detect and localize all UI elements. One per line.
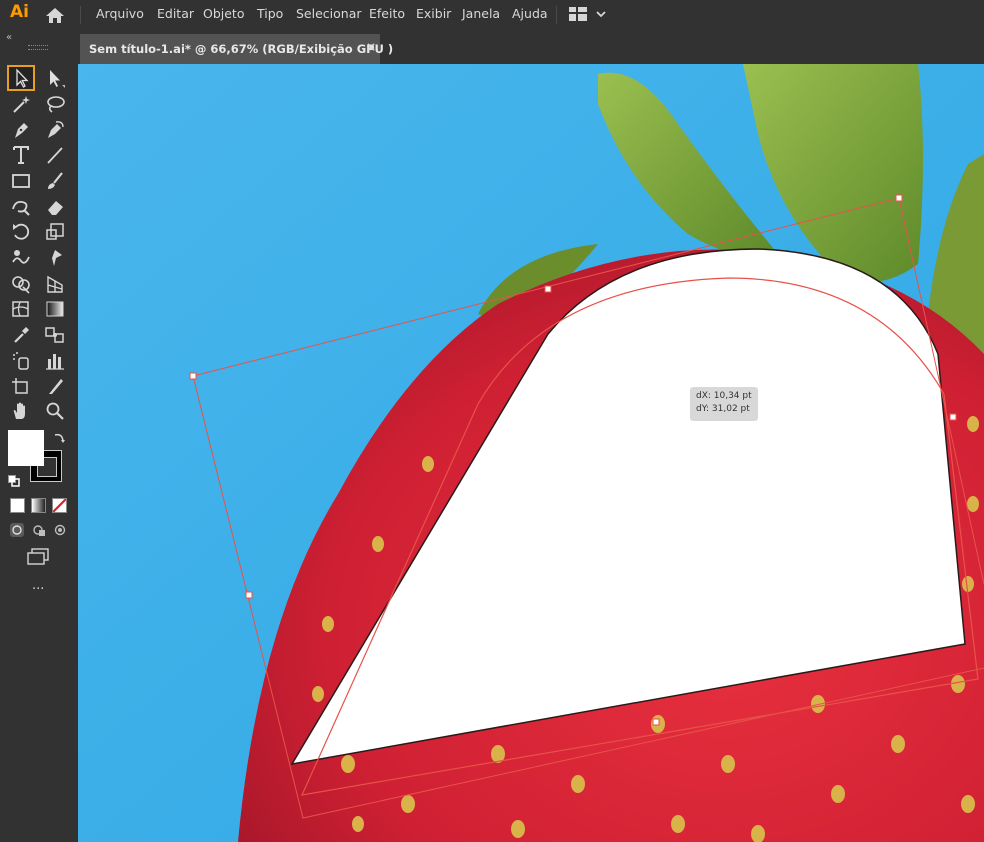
magic-wand-tool-icon[interactable] [9,93,33,115]
menu-efeito[interactable]: Efeito [369,6,405,21]
rotate-tool-icon[interactable] [9,221,33,243]
app-logo: Ai [10,2,29,22]
chevron-down-icon[interactable] [596,5,606,22]
mesh-tool-icon[interactable] [9,298,33,320]
menu-bar: Ai Arquivo Editar Objeto Tipo Selecionar… [0,0,984,30]
artboard-tool-icon[interactable] [9,375,33,397]
menu-selecionar[interactable]: Selecionar [296,6,362,21]
document-canvas[interactable]: dX: 10,34 pt dY: 31,02 pt [78,64,984,842]
draw-behind-icon[interactable] [31,522,47,542]
move-delta-tooltip: dX: 10,34 pt dY: 31,02 pt [690,387,758,421]
symbol-sprayer-tool-icon[interactable] [9,350,33,372]
swap-fill-stroke-icon[interactable] [52,430,66,449]
eyedropper-tool-icon[interactable] [9,324,33,346]
default-fill-stroke-icon[interactable] [8,472,20,491]
paintbrush-tool-icon[interactable] [43,170,67,192]
rectangle-tool-icon[interactable] [9,170,33,192]
artwork [78,64,984,842]
document-tab-title: Sem título-1.ai* @ 66,67% (RGB/Exibição … [89,42,394,56]
scale-tool-icon[interactable] [43,221,67,243]
pen-tool-icon[interactable] [9,119,33,141]
document-tab[interactable]: Sem título-1.ai* @ 66,67% (RGB/Exibição … [80,34,393,64]
hand-tool-icon[interactable] [9,400,33,422]
workspace-switcher-icon[interactable] [569,7,587,24]
shaper-tool-icon[interactable] [9,196,33,218]
screen-mode-icon[interactable] [26,547,50,571]
draw-inside-icon[interactable] [52,522,68,542]
curvature-tool-icon[interactable] [43,119,67,141]
home-icon[interactable] [44,5,66,25]
more-tools-icon[interactable]: ··· [32,582,44,597]
blend-tool-icon[interactable] [43,324,67,346]
gradient-tool-icon[interactable] [43,298,67,320]
menu-tipo[interactable]: Tipo [257,6,283,21]
slice-tool-icon[interactable] [43,375,67,397]
column-graph-tool-icon[interactable] [43,350,67,372]
warp-tool-icon[interactable] [9,247,33,269]
color-mode-icon[interactable] [10,498,25,513]
menu-arquivo[interactable]: Arquivo [96,6,144,21]
type-tool-icon[interactable] [9,144,33,166]
menu-exibir[interactable]: Exibir [416,6,451,21]
menu-ajuda[interactable]: Ajuda [512,6,548,21]
eraser-tool-icon[interactable] [43,196,67,218]
none-mode-icon[interactable] [52,498,67,513]
toolbox-panel: « ··· [0,30,78,842]
menu-editar[interactable]: Editar [157,6,194,21]
draw-normal-icon[interactable] [9,522,25,542]
perspective-grid-tool-icon[interactable] [43,273,67,295]
fill-swatch[interactable] [8,430,44,466]
menu-janela[interactable]: Janela [462,6,500,21]
close-icon[interactable]: × [366,40,376,54]
direct-selection-tool-icon[interactable] [43,67,67,89]
line-segment-tool-icon[interactable] [43,144,67,166]
menu-objeto[interactable]: Objeto [203,6,245,21]
zoom-tool-icon[interactable] [43,400,67,422]
lasso-tool-icon[interactable] [43,93,67,115]
delta-y-label: dY: 31,02 pt [696,404,750,414]
menu-separator [556,6,557,24]
shape-builder-tool-icon[interactable] [9,273,33,295]
menu-separator [80,6,81,24]
gradient-mode-icon[interactable] [31,498,46,513]
selection-tool-icon[interactable] [9,67,33,89]
collapse-panel-icon[interactable]: « [6,32,12,43]
panel-grip[interactable] [28,45,48,50]
delta-x-label: dX: 10,34 pt [696,391,752,401]
document-tab-bar: Sem título-1.ai* @ 66,67% (RGB/Exibição … [78,30,984,64]
puppet-warp-tool-icon[interactable] [43,247,67,269]
